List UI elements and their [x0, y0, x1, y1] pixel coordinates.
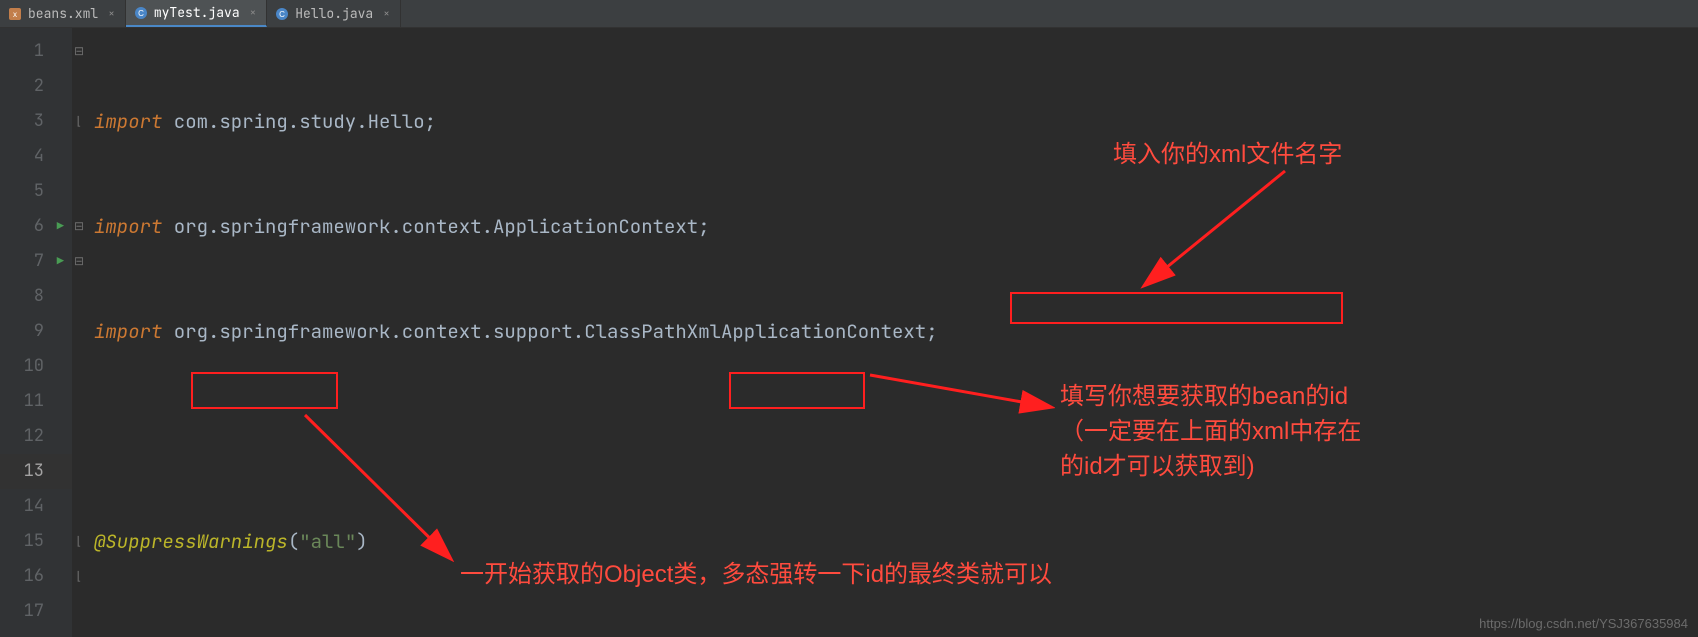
code-line — [94, 419, 1698, 454]
line-number: 2 — [0, 69, 72, 104]
svg-text:C: C — [138, 9, 144, 18]
java-class-icon: C — [134, 6, 148, 20]
code-line: import org.springframework.context.Appli… — [94, 209, 1698, 244]
line-number: 5 — [0, 174, 72, 209]
close-icon[interactable]: × — [383, 7, 390, 21]
code-line: @SuppressWarnings("all") — [94, 524, 1698, 559]
tab-label: Hello.java — [295, 5, 373, 22]
tab-hello-java[interactable]: C Hello.java × — [267, 0, 401, 27]
java-class-icon: C — [275, 7, 289, 21]
tab-label: myTest.java — [154, 4, 240, 21]
tab-label: beans.xml — [28, 5, 98, 22]
code-line: import org.springframework.context.suppo… — [94, 314, 1698, 349]
line-number: 12 — [0, 419, 72, 454]
line-number: 3 — [0, 104, 72, 139]
close-icon[interactable]: × — [108, 7, 115, 21]
svg-text:x: x — [13, 10, 17, 19]
run-gutter-icon[interactable]: ▶ — [57, 209, 64, 244]
code-area[interactable]: import com.spring.study.Hello; import or… — [72, 28, 1698, 637]
line-number: 1 — [0, 34, 72, 69]
svg-text:C: C — [279, 10, 285, 19]
watermark: https://blog.csdn.net/YSJ367635984 — [1479, 616, 1688, 631]
tab-mytest-java[interactable]: C myTest.java × — [126, 0, 267, 27]
close-icon[interactable]: × — [250, 6, 257, 20]
code-line: public class myTest { — [94, 629, 1698, 637]
line-number: 10 — [0, 349, 72, 384]
line-number-gutter: 1 2 3 4 5 6 7 8 9 10 11 12 13 14 15 16 1… — [0, 28, 72, 637]
line-number: 4 — [0, 139, 72, 174]
line-number: 15 — [0, 524, 72, 559]
line-number: 13 — [0, 454, 72, 489]
code-editor[interactable]: 1 2 3 4 5 6 7 8 9 10 11 12 13 14 15 16 1… — [0, 28, 1698, 637]
line-number: 8 — [0, 279, 72, 314]
xml-file-icon: x — [8, 7, 22, 21]
line-number: 16 — [0, 559, 72, 594]
line-number: 9 — [0, 314, 72, 349]
line-number: 14 — [0, 489, 72, 524]
code-line: import com.spring.study.Hello; — [94, 104, 1698, 139]
line-number: 11 — [0, 384, 72, 419]
run-gutter-icon[interactable]: ▶ — [57, 244, 64, 279]
tab-beans-xml[interactable]: x beans.xml × — [0, 0, 126, 27]
line-number: 17 — [0, 594, 72, 629]
editor-tabs: x beans.xml × C myTest.java × C Hello.ja… — [0, 0, 1698, 28]
